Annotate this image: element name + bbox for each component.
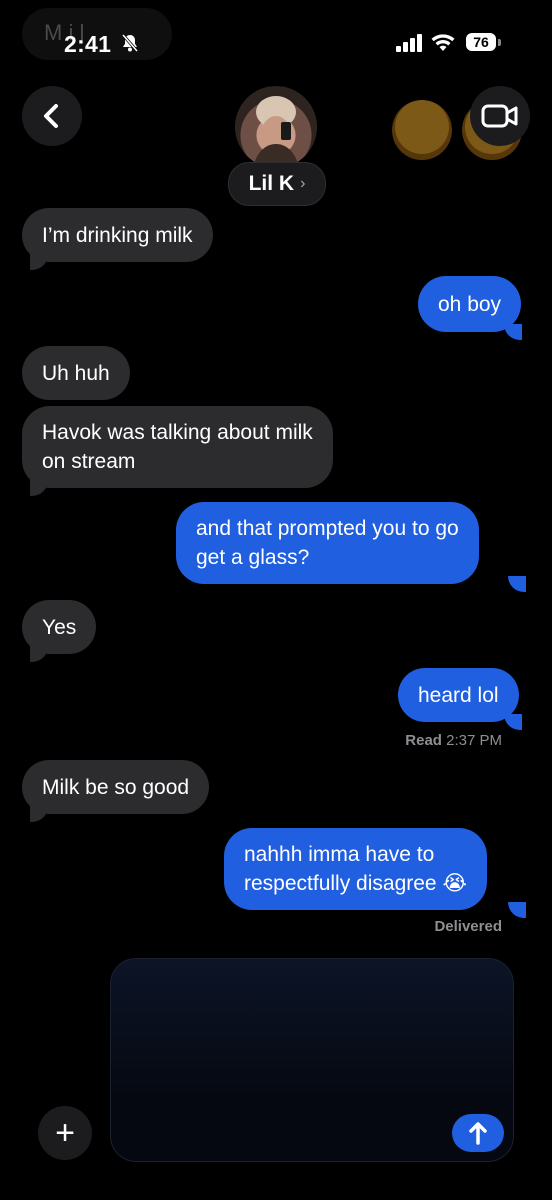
outgoing-message-bubble[interactable]: nahhh imma have to respectfully disagree… bbox=[224, 828, 487, 910]
message-text-line: Havok was talking about milk bbox=[42, 421, 313, 444]
message-text: I’m drinking milk bbox=[42, 223, 193, 247]
message-text: heard lol bbox=[418, 683, 499, 707]
bubble-tail bbox=[30, 806, 48, 822]
contact-avatar[interactable] bbox=[235, 86, 317, 168]
contact-name-button[interactable]: Lil K › bbox=[228, 162, 326, 206]
read-label: Read bbox=[405, 732, 442, 749]
message-text: oh boy bbox=[438, 292, 502, 316]
avatar-photo bbox=[253, 96, 299, 168]
contact-name: Lil K bbox=[248, 172, 295, 195]
video-call-button[interactable] bbox=[470, 86, 530, 146]
message-text: Uh huh bbox=[42, 361, 110, 385]
chevron-left-icon bbox=[44, 104, 58, 128]
bubble-tail bbox=[504, 324, 522, 340]
incoming-message-bubble[interactable]: Milk be so good bbox=[22, 760, 210, 814]
message-text: Milk be so good bbox=[42, 775, 190, 799]
delivered-label: Delivered bbox=[434, 918, 502, 935]
back-button[interactable] bbox=[22, 86, 82, 146]
wifi-icon bbox=[431, 34, 455, 51]
battery-indicator: 76 bbox=[466, 33, 496, 51]
send-button[interactable] bbox=[452, 1114, 504, 1152]
read-receipt: Read 2:37 PM bbox=[405, 732, 502, 749]
status-time: 2:41 bbox=[64, 31, 112, 57]
crying-emoji-reaction-icon bbox=[392, 100, 452, 160]
message-text: respectfully disagree bbox=[244, 872, 437, 895]
cellular-signal-icon bbox=[396, 34, 422, 52]
bell-slash-icon bbox=[121, 34, 139, 52]
message-text-line: and that prompted you to go bbox=[196, 517, 459, 540]
message-text-line: nahhh imma have to bbox=[244, 843, 435, 866]
bubble-tail bbox=[508, 576, 526, 592]
bubble-tail bbox=[30, 646, 48, 662]
delivered-receipt: Delivered bbox=[434, 918, 502, 935]
video-camera-icon bbox=[481, 104, 518, 128]
message-text-line: get a glass? bbox=[196, 546, 310, 569]
bubble-tail bbox=[504, 714, 522, 730]
chevron-right-icon: › bbox=[300, 175, 306, 192]
plus-icon: + bbox=[55, 1113, 75, 1152]
message-text-line: on stream bbox=[42, 450, 136, 473]
incoming-message-bubble[interactable]: Uh huh bbox=[22, 346, 130, 400]
outgoing-message-bubble[interactable]: heard lol bbox=[398, 668, 519, 722]
add-attachment-button[interactable]: + bbox=[38, 1106, 92, 1160]
bubble-tail bbox=[30, 254, 48, 270]
message-text: Yes bbox=[42, 615, 77, 639]
bubble-tail bbox=[30, 480, 48, 496]
incoming-message-bubble[interactable]: I’m drinking milk bbox=[22, 208, 213, 262]
read-time: 2:37 PM bbox=[446, 732, 502, 749]
loudly-crying-emoji: 😭 bbox=[442, 872, 467, 895]
outgoing-message-bubble[interactable]: and that prompted you to go get a glass? bbox=[176, 502, 479, 584]
battery-cap bbox=[498, 39, 501, 46]
arrow-up-icon bbox=[469, 1122, 487, 1145]
bubble-tail bbox=[508, 902, 526, 918]
message-text-line: respectfully disagree 😭 bbox=[244, 869, 467, 898]
incoming-message-bubble[interactable]: Havok was talking about milk on stream bbox=[22, 406, 333, 488]
